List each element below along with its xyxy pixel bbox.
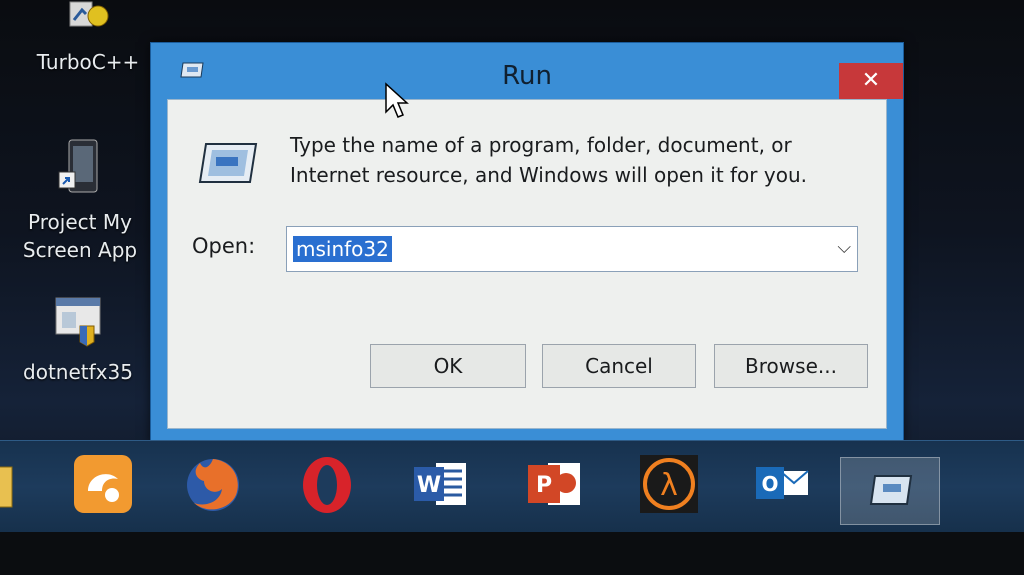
cancel-button[interactable]: Cancel <box>542 344 696 388</box>
powerpoint-letter: P <box>536 473 552 498</box>
project-screen-icon <box>58 139 98 193</box>
open-combobox[interactable]: msinfo32 ⌵ <box>286 226 858 272</box>
firefox-icon <box>187 459 239 511</box>
desktop-icon-turboc[interactable]: TurboC++ <box>18 0 158 76</box>
desktop-icon-label: TurboC++ <box>36 50 140 74</box>
word-letter: W <box>417 473 441 498</box>
taskbar-item-powerpoint[interactable]: P <box>520 449 590 519</box>
turboc-icon <box>69 1 109 27</box>
opera-icon <box>303 457 351 513</box>
word-icon: W <box>414 463 466 505</box>
run-dialog: Run ✕ Type the name of a program, folder… <box>150 42 904 444</box>
powerpoint-icon: P <box>528 463 580 505</box>
monitor-bezel <box>0 532 1024 575</box>
close-icon: ✕ <box>861 68 881 93</box>
installer-icon <box>55 297 101 347</box>
open-label: Open: <box>192 234 256 258</box>
taskbar-item-explorer[interactable] <box>0 449 30 519</box>
title-bar[interactable]: Run ✕ <box>151 43 903 99</box>
dialog-title: Run <box>502 61 552 91</box>
browse-button[interactable]: Browse... <box>714 344 868 388</box>
run-icon <box>198 143 258 183</box>
taskbar-item-firefox[interactable] <box>178 449 248 519</box>
outlook-icon: O <box>756 467 809 499</box>
taskbar-item-word[interactable]: W <box>406 449 476 519</box>
taskbar-item-half-life[interactable]: λ <box>634 449 704 519</box>
lambda-glyph: λ <box>660 468 678 503</box>
run-icon <box>869 475 913 505</box>
ok-button[interactable]: OK <box>370 344 526 388</box>
outlook-letter: O <box>761 472 778 496</box>
taskbar-item-opera[interactable] <box>292 449 362 519</box>
chevron-down-icon[interactable]: ⌵ <box>837 237 851 258</box>
folder-icon <box>0 466 13 508</box>
open-input[interactable]: msinfo32 <box>293 236 392 262</box>
desktop-icon-dotnetfx35[interactable]: dotnetfx35 <box>8 292 148 386</box>
taskbar-item-outlook[interactable]: O <box>748 449 818 519</box>
desktop-icon-project-my-screen[interactable]: Project My Screen App <box>10 138 150 264</box>
close-button[interactable]: ✕ <box>839 63 903 99</box>
desktop-icon-label: dotnetfx35 <box>23 360 133 384</box>
dialog-body: Type the name of a program, folder, docu… <box>167 99 887 429</box>
uc-browser-icon <box>74 455 132 513</box>
taskbar-item-uc-browser[interactable] <box>68 449 138 519</box>
mouse-cursor-icon <box>385 82 409 118</box>
taskbar-item-run[interactable] <box>840 457 940 525</box>
taskbar: W P λ O <box>0 440 1024 533</box>
dialog-description: Type the name of a program, folder, docu… <box>290 133 807 187</box>
desktop-icon-label: Project My Screen App <box>22 210 138 262</box>
half-life-icon: λ <box>640 455 698 513</box>
